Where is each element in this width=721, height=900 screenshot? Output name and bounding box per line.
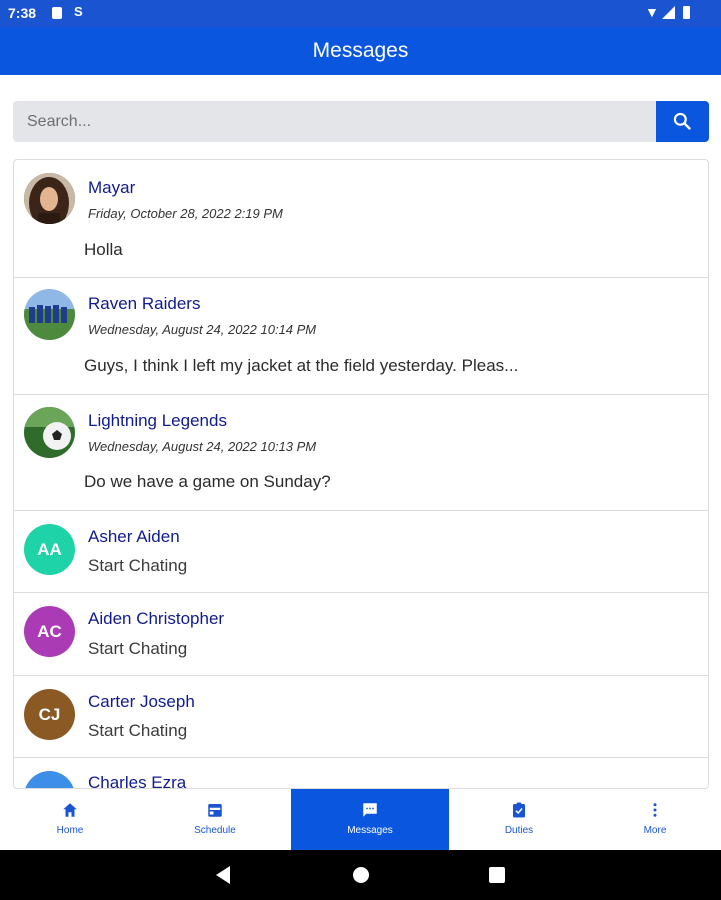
bottom-nav: Home Schedule Messages Duties More [0, 789, 721, 850]
message-date: Wednesday, August 24, 2022 10:13 PM [88, 439, 317, 454]
contact-name: Aiden Christopher [88, 609, 225, 628]
contact-item-carter-joseph[interactable]: CJ Carter Joseph Start Chating [14, 676, 708, 758]
calendar-icon [208, 804, 222, 817]
message-date: Wednesday, August 24, 2022 10:14 PM [88, 322, 317, 337]
status-bar: 7:38 S ▼ [0, 0, 721, 27]
search-box [13, 101, 656, 142]
nav-schedule[interactable]: Schedule [140, 789, 290, 850]
nav-more[interactable]: More [589, 789, 721, 850]
more-vertical-icon [653, 803, 657, 817]
system-nav-bar [0, 850, 721, 900]
nav-messages[interactable]: Messages [291, 789, 449, 850]
sender-name: Raven Raiders [88, 294, 201, 313]
message-date: Friday, October 28, 2022 2:19 PM [88, 206, 283, 221]
nav-duties[interactable]: Duties [449, 789, 589, 850]
nav-label: Messages [347, 825, 393, 836]
page-title: Messages [312, 39, 409, 62]
avatar-photo-icon [24, 407, 75, 458]
contact-name: Asher Aiden [88, 527, 180, 546]
nav-label: More [643, 825, 667, 836]
nav-label: Schedule [194, 825, 236, 836]
message-item-mayar[interactable]: Mayar Friday, October 28, 2022 2:19 PM H… [14, 160, 708, 278]
message-preview: Do we have a game on Sunday? [84, 472, 331, 491]
avatar: AC [24, 606, 75, 657]
avatar: CJ [24, 689, 75, 740]
status-time: 7:38 [8, 5, 37, 21]
contact-name: Carter Joseph [88, 692, 195, 711]
messages-screen: 7:38 S ▼ Messages Search... Mayar Friday… [0, 0, 721, 900]
sender-name: Lightning Legends [88, 411, 227, 430]
contact-subtitle: Start Chating [88, 639, 188, 658]
message-preview: Holla [84, 240, 123, 259]
search-icon [673, 112, 691, 130]
contact-subtitle: Start Chating [88, 721, 188, 740]
wifi-icon: ▼ [645, 4, 659, 20]
recents-icon[interactable] [489, 867, 505, 883]
sender-name: Mayar [88, 178, 136, 197]
chat-icon [363, 803, 377, 817]
home-icon [63, 803, 77, 817]
contact-name: Charles Ezra [88, 773, 187, 789]
message-item-raven-raiders[interactable]: Raven Raiders Wednesday, August 24, 2022… [14, 278, 708, 395]
avatar [24, 289, 75, 340]
notification-icon [52, 7, 62, 19]
signal-icon [662, 6, 675, 19]
avatar-photo-icon [24, 173, 75, 224]
contact-item-aiden-christopher[interactable]: AC Aiden Christopher Start Chating [14, 593, 708, 676]
avatar [24, 173, 75, 224]
message-item-lightning-legends[interactable]: Lightning Legends Wednesday, August 24, … [14, 395, 708, 511]
avatar: AA [24, 524, 75, 575]
nav-label: Home [56, 825, 84, 836]
avatar [24, 771, 75, 788]
clipboard-check-icon [513, 802, 525, 818]
contact-subtitle: Start Chating [88, 556, 188, 575]
search-input[interactable] [13, 101, 656, 142]
home-circle-icon[interactable] [353, 867, 369, 883]
app-bar: Messages [0, 27, 721, 75]
sim-icon: S [74, 4, 83, 19]
search-button[interactable] [656, 101, 709, 142]
avatar-photo-icon [24, 289, 75, 340]
back-icon[interactable] [216, 866, 230, 884]
battery-icon [683, 6, 690, 19]
nav-label: Duties [504, 825, 534, 836]
contact-item-charles-ezra[interactable]: Charles Ezra [14, 758, 708, 789]
contact-item-asher-aiden[interactable]: AA Asher Aiden Start Chating [14, 511, 708, 593]
avatar [24, 407, 75, 458]
message-preview: Guys, I think I left my jacket at the fi… [84, 356, 519, 375]
message-list: Mayar Friday, October 28, 2022 2:19 PM H… [13, 159, 709, 789]
nav-home[interactable]: Home [0, 789, 140, 850]
